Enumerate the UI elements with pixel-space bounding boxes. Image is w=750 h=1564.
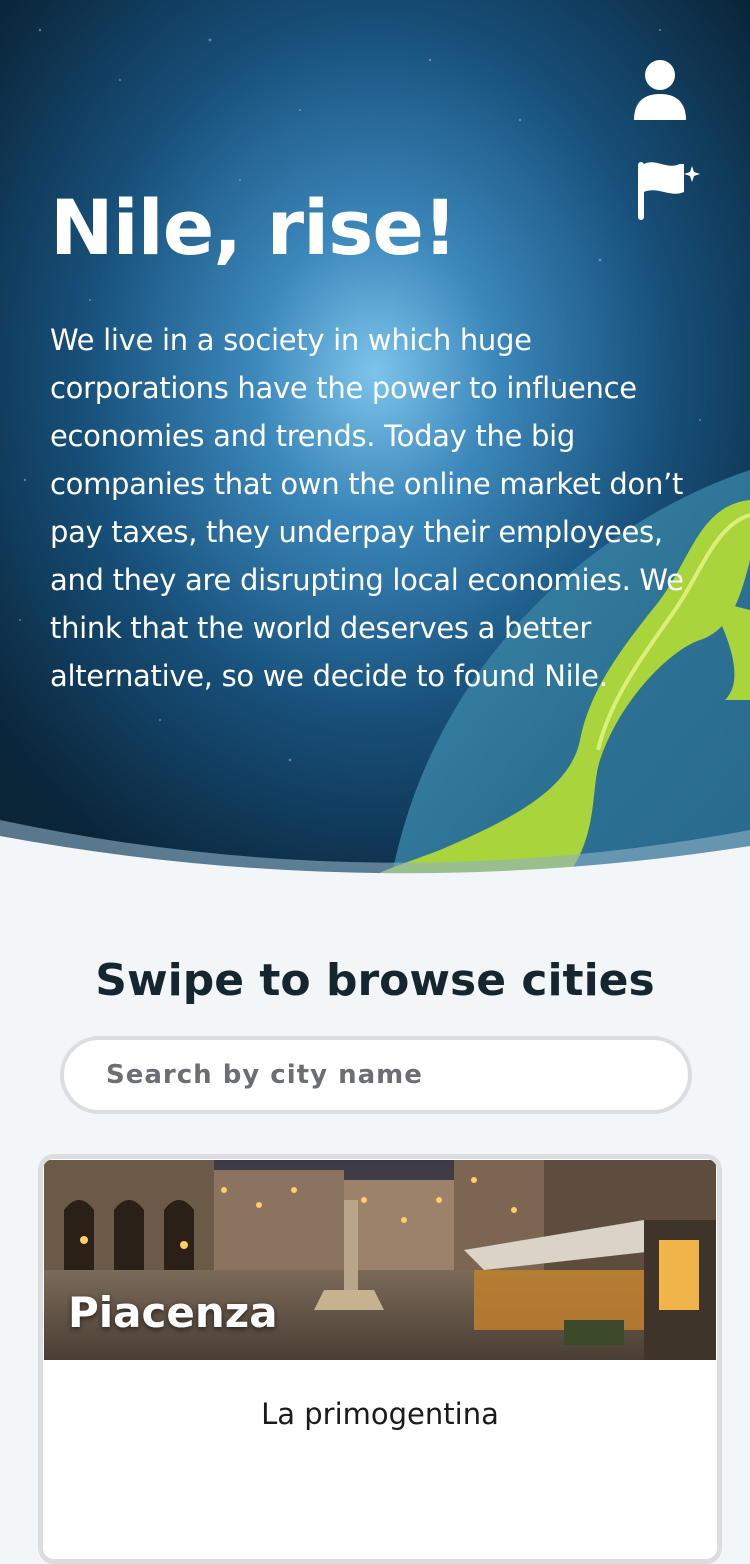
hero-title: Nile, rise! bbox=[50, 183, 458, 272]
hero-description: We live in a society in which huge corpo… bbox=[50, 323, 684, 693]
flag-icon[interactable] bbox=[630, 156, 702, 224]
browse-cities-title: Swipe to browse cities bbox=[95, 955, 655, 1006]
city-search-input[interactable] bbox=[64, 1040, 688, 1110]
hero-banner: Nile, rise! We live in a society in whic… bbox=[0, 0, 750, 885]
city-name: Piacenza bbox=[68, 1288, 278, 1337]
city-photo: Piacenza bbox=[44, 1160, 716, 1360]
city-card[interactable]: Piacenza La primogentina bbox=[38, 1154, 722, 1564]
user-icon[interactable] bbox=[630, 58, 690, 124]
shop-name: La primogentina bbox=[261, 1397, 499, 1431]
search-box bbox=[60, 1036, 692, 1114]
